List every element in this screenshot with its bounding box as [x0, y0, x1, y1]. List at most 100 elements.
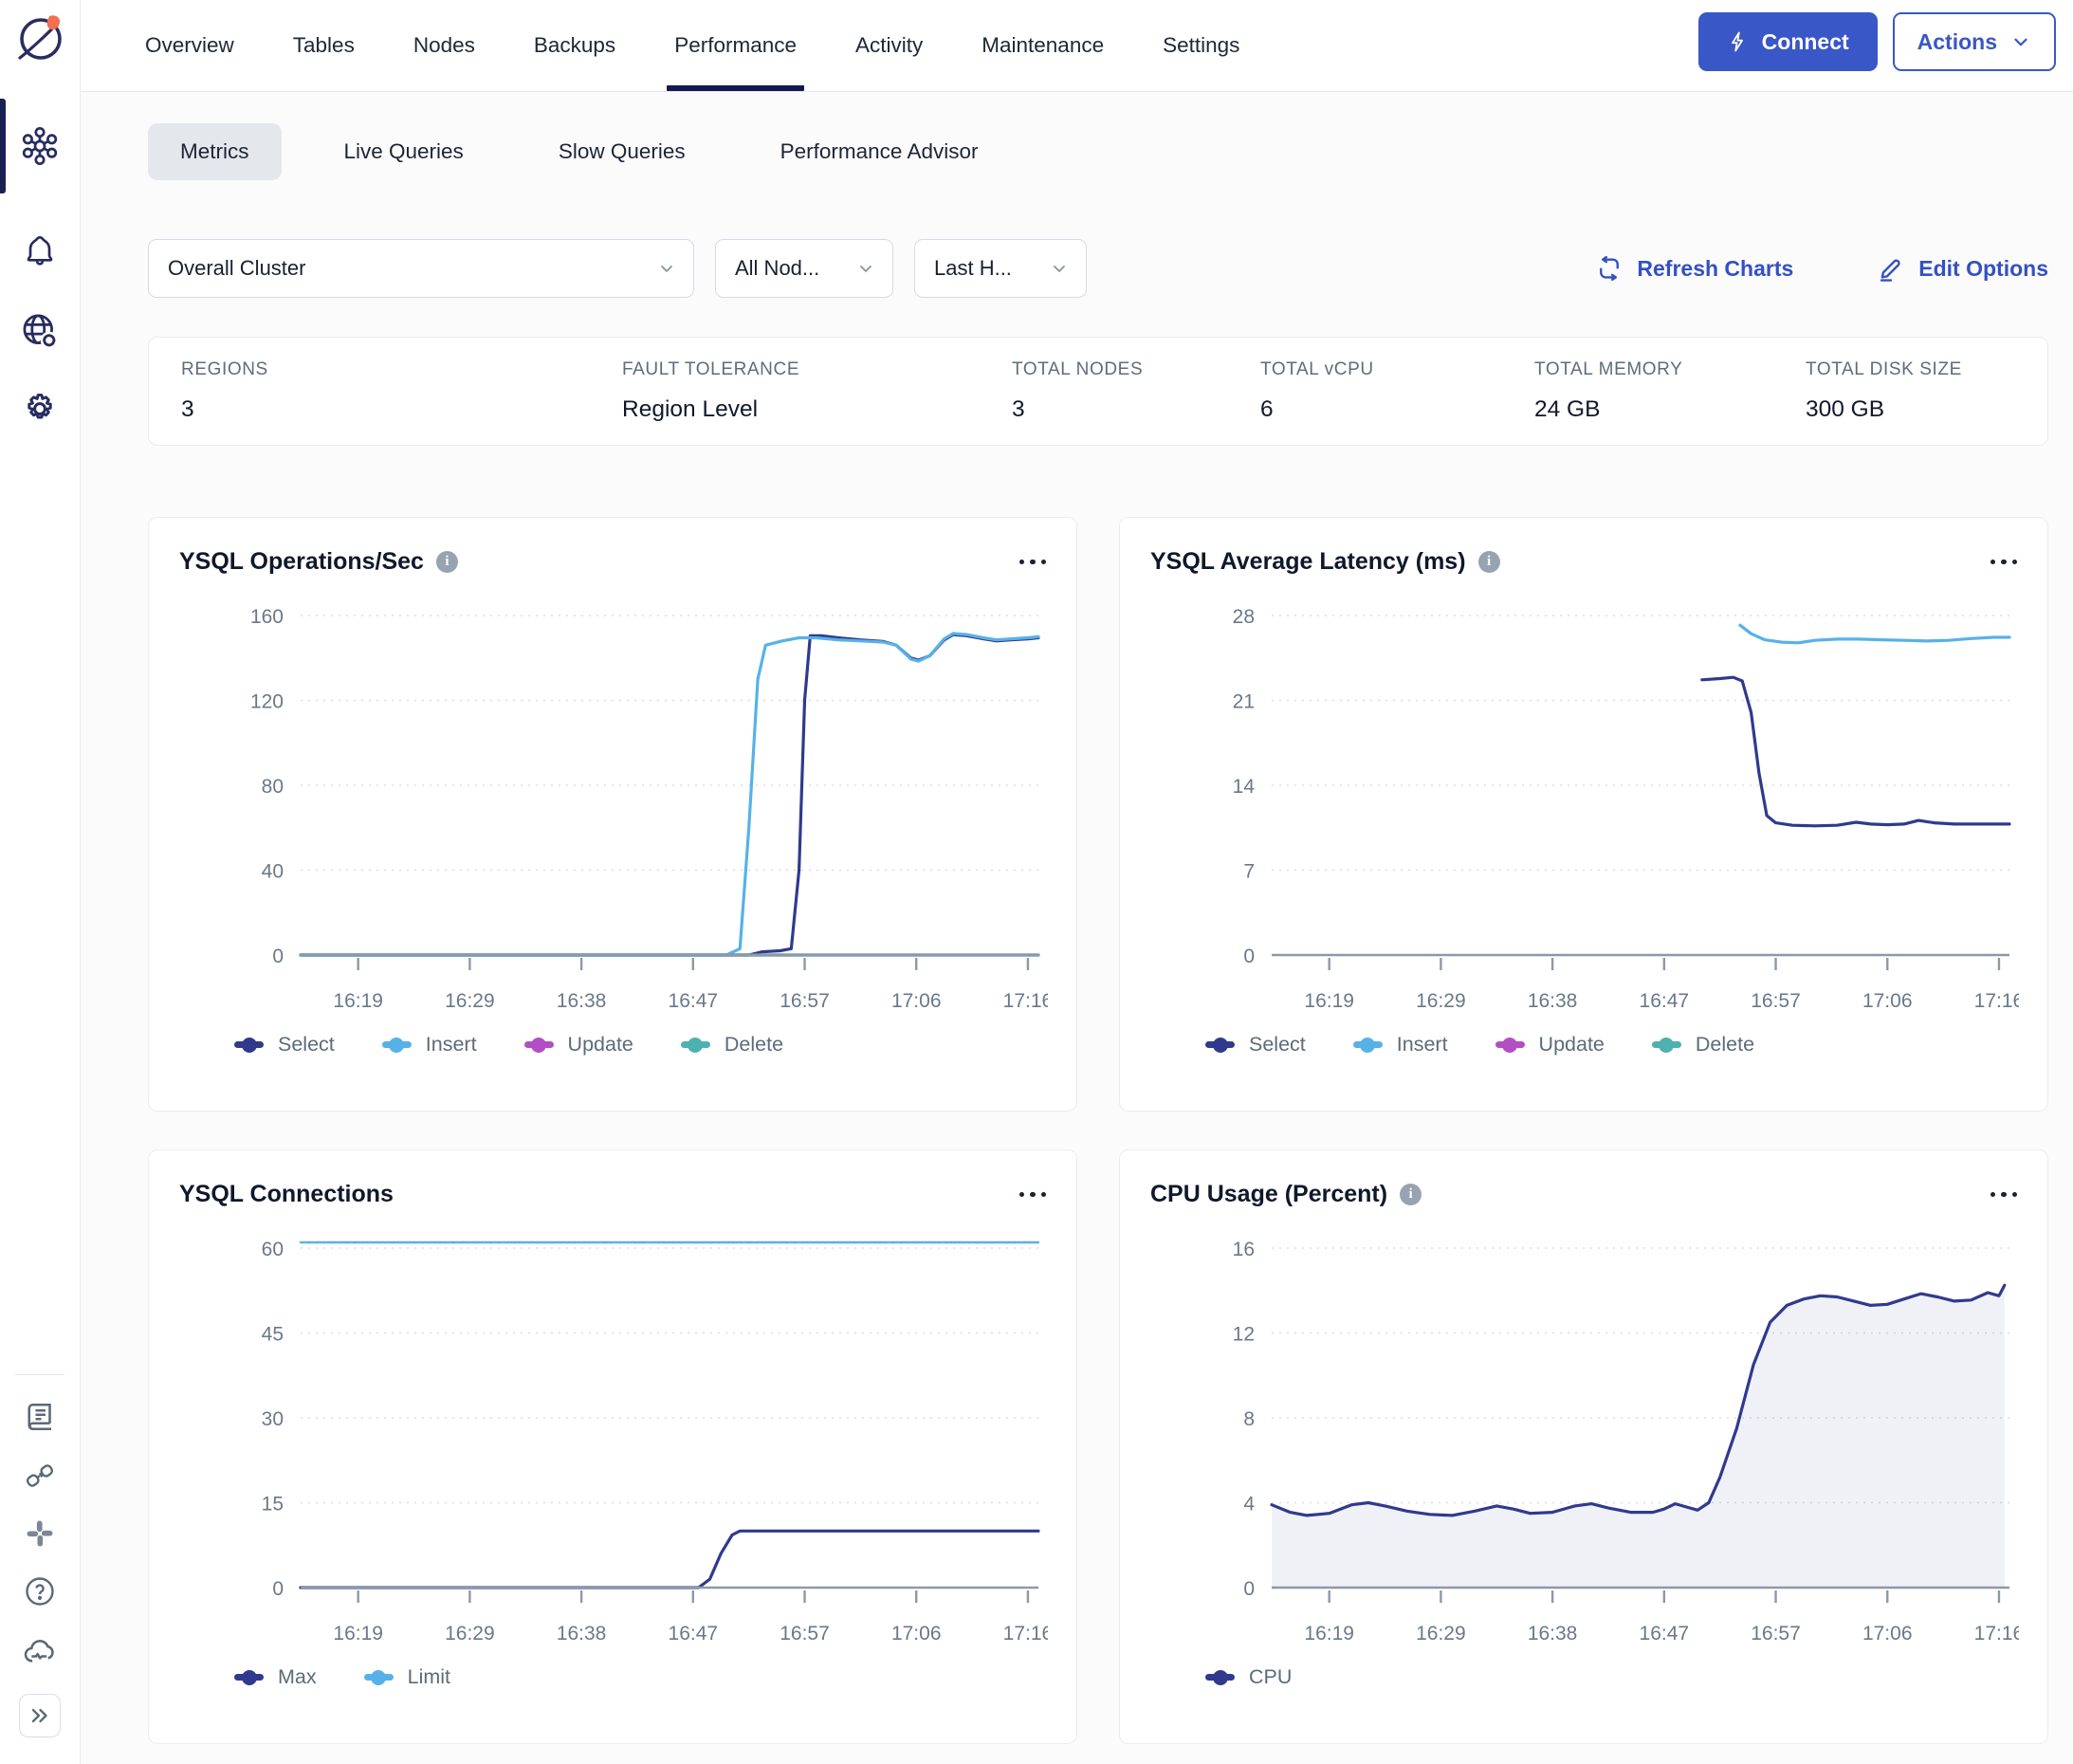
sidebar	[0, 0, 81, 1764]
integrations-plug-icon	[23, 1459, 57, 1493]
legend-label: Insert	[426, 1033, 477, 1057]
svg-text:17:06: 17:06	[1862, 990, 1913, 1012]
actions-button[interactable]: Actions	[1893, 12, 2056, 71]
svg-text:0: 0	[272, 946, 284, 967]
stat-label: TOTAL DISK SIZE	[1806, 359, 2047, 380]
svg-text:16:29: 16:29	[445, 1623, 495, 1645]
stat-value: 3	[181, 396, 622, 423]
legend-item-select[interactable]: Select	[1205, 1033, 1306, 1057]
lightning-icon	[1727, 30, 1750, 53]
tab-maintenance[interactable]: Maintenance	[981, 0, 1104, 91]
cluster-scope-value: Overall Cluster	[168, 256, 305, 281]
legend-item-update[interactable]: Update	[524, 1033, 633, 1057]
svg-text:0: 0	[272, 1578, 284, 1600]
sidebar-item-help[interactable]	[0, 1574, 81, 1608]
connect-button[interactable]: Connect	[1698, 12, 1878, 71]
sidebar-bottom-group	[0, 1374, 80, 1764]
info-icon[interactable]: i	[1478, 551, 1500, 573]
sidebar-expand-button[interactable]	[19, 1694, 61, 1737]
chart-menu-button[interactable]	[1016, 1183, 1051, 1207]
legend-marker	[382, 1041, 412, 1048]
chart-menu-button[interactable]	[1987, 550, 2022, 575]
tab-nodes[interactable]: Nodes	[413, 0, 475, 91]
svg-text:16:47: 16:47	[1640, 990, 1690, 1012]
svg-text:21: 21	[1233, 691, 1255, 713]
subtab-metrics[interactable]: Metrics	[148, 123, 282, 180]
docs-book-icon	[23, 1400, 57, 1434]
sidebar-item-docs[interactable]	[0, 1400, 81, 1434]
subtab-slow-queries[interactable]: Slow Queries	[526, 123, 718, 180]
sidebar-item-network[interactable]	[0, 311, 81, 351]
legend-item-delete[interactable]: Delete	[681, 1033, 783, 1057]
tab-tables[interactable]: Tables	[293, 0, 355, 91]
svg-text:28: 28	[1233, 606, 1255, 628]
chart-legend: CPU	[1205, 1665, 2021, 1689]
chart-menu-button[interactable]	[1987, 1183, 2022, 1207]
time-range-value: Last H...	[934, 256, 1012, 281]
svg-text:120: 120	[250, 691, 284, 713]
active-indicator	[0, 99, 6, 193]
charts-grid: YSQL Operations/Sec i 0408012016016:1916…	[148, 517, 2048, 1744]
ysql-connections-plot: 01530456016:1916:2916:3816:4716:5717:061…	[179, 1227, 1048, 1656]
svg-text:17:16: 17:16	[1974, 1623, 2019, 1645]
legend-item-update[interactable]: Update	[1495, 1033, 1605, 1057]
legend-item-limit[interactable]: Limit	[364, 1665, 450, 1689]
stat-label: REGIONS	[181, 359, 622, 380]
svg-text:160: 160	[250, 606, 284, 628]
nodes-select[interactable]: All Nod...	[715, 239, 893, 298]
cluster-scope-select[interactable]: Overall Cluster	[148, 239, 694, 298]
metrics-filter-bar: Overall Cluster All Nod... Last H... Ref…	[148, 239, 2048, 298]
legend-label: Select	[1249, 1033, 1306, 1057]
tab-settings[interactable]: Settings	[1163, 0, 1239, 91]
cpu-usage-percent-plot: 048121616:1916:2916:3816:4716:5717:0617:…	[1150, 1227, 2019, 1656]
svg-text:16:47: 16:47	[669, 990, 719, 1012]
svg-text:40: 40	[262, 861, 284, 883]
slack-icon	[24, 1517, 56, 1550]
chart-title: CPU Usage (Percent)	[1150, 1181, 1387, 1208]
info-icon[interactable]: i	[1400, 1184, 1422, 1205]
legend-item-insert[interactable]: Insert	[1353, 1033, 1448, 1057]
tab-backups[interactable]: Backups	[534, 0, 615, 91]
tab-performance[interactable]: Performance	[674, 0, 797, 91]
sidebar-item-cloud-status[interactable]	[0, 1633, 81, 1669]
svg-text:16:19: 16:19	[1304, 990, 1354, 1012]
refresh-charts-link[interactable]: Refresh Charts	[1595, 254, 1793, 283]
legend-marker	[1652, 1041, 1681, 1048]
edit-options-link[interactable]: Edit Options	[1877, 254, 2048, 283]
legend-item-select[interactable]: Select	[234, 1033, 335, 1057]
legend-label: Update	[568, 1033, 633, 1057]
legend-item-max[interactable]: Max	[234, 1665, 317, 1689]
yugabyte-logo-icon[interactable]	[15, 11, 64, 66]
chart-menu-button[interactable]	[1016, 550, 1051, 575]
sidebar-item-integrations[interactable]	[0, 1459, 81, 1493]
svg-text:16:29: 16:29	[445, 990, 495, 1012]
svg-text:0: 0	[1243, 1578, 1255, 1600]
svg-text:30: 30	[262, 1408, 284, 1430]
chart-title: YSQL Operations/Sec	[179, 548, 424, 576]
sidebar-item-clusters[interactable]	[0, 99, 81, 193]
chevron-down-icon	[657, 259, 676, 278]
sidebar-item-slack[interactable]	[0, 1517, 81, 1550]
stat-total-memory: TOTAL MEMORY 24 GB	[1534, 359, 1806, 423]
ysql-operations-chart: 0408012016016:1916:2916:3816:4716:5717:0…	[179, 595, 1050, 1023]
time-range-select[interactable]: Last H...	[914, 239, 1087, 298]
stat-value: Region Level	[622, 396, 1012, 423]
tab-overview[interactable]: Overview	[145, 0, 234, 91]
svg-text:16:19: 16:19	[333, 990, 383, 1012]
legend-marker	[524, 1041, 554, 1048]
chevron-down-icon	[856, 259, 875, 278]
subtab-live-queries[interactable]: Live Queries	[312, 123, 496, 180]
svg-text:16:57: 16:57	[1751, 1623, 1801, 1645]
legend-item-delete[interactable]: Delete	[1652, 1033, 1754, 1057]
chevron-down-icon	[2010, 31, 2031, 52]
tab-activity[interactable]: Activity	[855, 0, 923, 91]
svg-text:16:57: 16:57	[780, 1623, 830, 1645]
legend-item-insert[interactable]: Insert	[382, 1033, 477, 1057]
subtab-performance-advisor[interactable]: Performance Advisor	[748, 123, 1011, 180]
sidebar-item-alerts[interactable]	[0, 233, 81, 271]
legend-marker	[234, 1041, 264, 1048]
cluster-stats-bar: REGIONS 3 FAULT TOLERANCE Region Level T…	[148, 337, 2048, 446]
legend-item-cpu[interactable]: CPU	[1205, 1665, 1292, 1689]
info-icon[interactable]: i	[436, 551, 458, 573]
sidebar-item-settings[interactable]	[0, 391, 81, 431]
